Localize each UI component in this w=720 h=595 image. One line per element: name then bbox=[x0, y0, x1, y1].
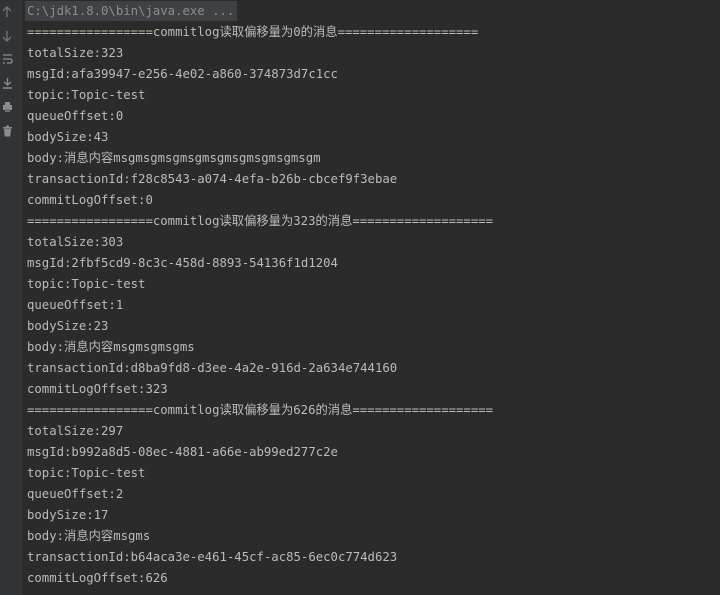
output-line: transactionId:d8ba9fd8-d3ee-4a2e-916d-2a… bbox=[27, 361, 398, 375]
arrow-down-icon[interactable] bbox=[0, 27, 14, 45]
separator-line: =================commitlog读取偏移量为0的消息====… bbox=[27, 25, 479, 39]
output-line: body:消息内容msgmsgmsgmsgmsgmsgmsgmsgmsgm bbox=[27, 151, 321, 165]
arrow-up-icon[interactable] bbox=[0, 3, 14, 21]
console-output[interactable]: C:\jdk1.8.0\bin\java.exe ... ===========… bbox=[25, 0, 720, 595]
scroll-to-end-icon[interactable] bbox=[0, 74, 14, 92]
run-console-window: C:\jdk1.8.0\bin\java.exe ... ===========… bbox=[0, 0, 720, 595]
output-line: commitLogOffset:626 bbox=[27, 571, 168, 585]
output-line: totalSize:323 bbox=[27, 46, 124, 60]
output-line: body:消息内容msgmsgmsgms bbox=[27, 340, 195, 354]
output-line: transactionId:b64aca3e-e461-45cf-ac85-6e… bbox=[27, 550, 398, 564]
output-line: queueOffset:1 bbox=[27, 298, 124, 312]
output-line: topic:Topic-test bbox=[27, 88, 146, 102]
output-line: msgId:afa39947-e256-4e02-a860-374873d7c1… bbox=[27, 67, 338, 81]
output-line: queueOffset:2 bbox=[27, 487, 124, 501]
output-line: commitLogOffset:0 bbox=[27, 193, 153, 207]
separator-line: =================commitlog读取偏移量为323的消息==… bbox=[27, 214, 494, 228]
output-line: topic:Topic-test bbox=[27, 277, 146, 291]
separator-line: =================commitlog读取偏移量为626的消息==… bbox=[27, 403, 494, 417]
output-line: bodySize:23 bbox=[27, 319, 109, 333]
output-line: totalSize:303 bbox=[27, 235, 124, 249]
print-icon[interactable] bbox=[0, 98, 14, 116]
output-line: bodySize:17 bbox=[27, 508, 109, 522]
output-line: transactionId:f28c8543-a074-4efa-b26b-cb… bbox=[27, 172, 398, 186]
command-line: C:\jdk1.8.0\bin\java.exe ... bbox=[25, 1, 238, 21]
output-line: bodySize:43 bbox=[27, 130, 109, 144]
soft-wrap-icon[interactable] bbox=[0, 50, 14, 68]
output-line: msgId:2fbf5cd9-8c3c-458d-8893-54136f1d12… bbox=[27, 256, 338, 270]
output-line: msgId:b992a8d5-08ec-4881-a66e-ab99ed277c… bbox=[27, 445, 338, 459]
output-line: queueOffset:0 bbox=[27, 109, 124, 123]
console-toolbar bbox=[0, 0, 22, 595]
output-line: body:消息内容msgms bbox=[27, 529, 151, 543]
trash-icon[interactable] bbox=[0, 122, 14, 140]
output-line: totalSize:297 bbox=[27, 424, 124, 438]
output-line: topic:Topic-test bbox=[27, 466, 146, 480]
output-line: commitLogOffset:323 bbox=[27, 382, 168, 396]
